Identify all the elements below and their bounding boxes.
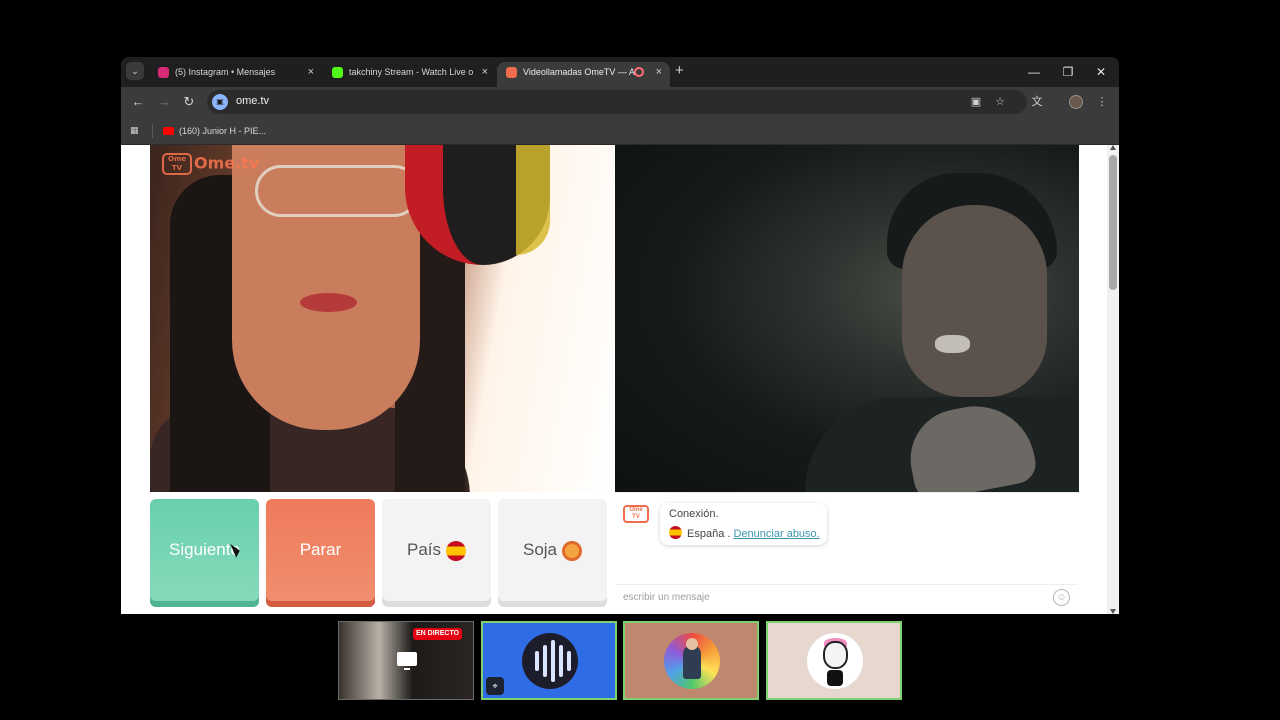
bookmarks-bar: ▦ (160) Junior H - PIE... [121,117,1119,145]
new-tab-button[interactable]: + [675,61,684,81]
stop-label: Parar [299,540,342,559]
emoji-icon[interactable]: ☺ [1053,589,1070,606]
next-button[interactable]: Siguiente [150,499,259,607]
close-tab-icon[interactable]: × [656,62,662,82]
browser-window: ⌄ (5) Instagram • Mensajes × takchiny St… [121,57,1119,614]
spain-flag-icon [446,540,467,561]
ometv-page: Ome TV Ome.tv Siguiente Parar País Soja Om… [121,145,1119,614]
bookmark-separator [152,124,153,138]
bookmark-youtube[interactable]: (160) Junior H - PIE... [163,123,266,139]
message-placeholder: escribir un mensaje [623,592,710,603]
tab-ometv[interactable]: Videollamadas OmeTV — A × [497,62,670,87]
instagram-icon [158,67,169,78]
ometv-chat-logo-icon: Ome TV [623,505,649,523]
country-name: España [687,528,725,540]
voice-icon [522,633,578,689]
participant-tile[interactable] [623,621,759,700]
spain-flag-icon [669,526,682,539]
scroll-down-icon[interactable] [1110,609,1116,614]
tab-title: (5) Instagram • Mensajes [175,67,276,77]
country-row: España . Denunciar abuso. [669,526,820,540]
ometv-watermark: Ome TV Ome.tv [162,153,259,175]
page-scrollbar[interactable] [1107,145,1119,614]
site-info-icon[interactable]: ▣ [212,94,228,110]
person-icon [683,638,701,679]
minimize-button[interactable]: — [1021,63,1047,81]
browser-toolbar: ← → ↻ ▣ ome.tv ▣ ☆ 文 ⋮ [121,87,1119,117]
youtube-icon [163,127,174,135]
person-icon [562,540,583,561]
report-abuse-link[interactable]: Denunciar abuso. [734,528,820,540]
close-window-button[interactable]: ✕ [1088,63,1114,81]
ometv-icon [506,67,517,78]
stop-button[interactable]: Parar [266,499,375,607]
participant-tiles: EN DIRECTO ⌖ [338,621,903,700]
participant-avatar [807,633,863,689]
ometv-logo-icon: Ome TV [162,153,192,175]
lips [300,293,357,312]
participant-tile[interactable] [766,621,902,700]
url-text[interactable]: ome.tv [236,95,269,107]
country-filter-button[interactable]: País [382,499,491,607]
bookmark-star-icon[interactable]: ☆ [991,93,1009,111]
message-input[interactable]: escribir un mensaje ☺ [616,584,1078,611]
cartoon-face-icon [823,641,848,669]
monitor-icon [397,652,417,670]
tab-title: takchiny Stream - Watch Live o [349,67,474,77]
scrollbar-thumb[interactable] [1109,155,1117,290]
glasses [255,165,420,217]
address-bar[interactable]: ▣ ome.tv [207,90,1027,114]
tab-instagram[interactable]: (5) Instagram • Mensajes × [149,62,322,87]
close-tab-icon[interactable]: × [308,62,314,82]
connection-message: Conexión. España . Denunciar abuso. [660,503,827,545]
bookmark-label: (160) Junior H - PIE... [179,126,267,136]
close-tab-icon[interactable]: × [482,62,488,82]
chat-panel: Ome TV Conexión. España . Denunciar abuso… [615,492,1079,614]
sound-wave-icon [559,645,563,677]
forward-icon[interactable]: → [155,93,173,111]
live-badge: EN DIRECTO [413,628,463,640]
remote-video [615,145,1079,492]
browser-menu-icon[interactable]: ⋮ [1093,93,1111,111]
remote-person-mouth [935,335,970,353]
cast-icon[interactable]: ▣ [967,93,985,111]
kick-icon [332,67,343,78]
cartoon-body-icon [827,670,843,686]
recording-icon [634,67,644,77]
translate-icon[interactable]: 文 [1028,93,1046,111]
back-icon[interactable]: ← [129,93,147,111]
apps-icon[interactable]: ▦ [130,125,140,135]
sound-wave-icon [535,651,539,671]
reload-icon[interactable]: ↻ [180,93,198,111]
sound-wave-icon [567,651,571,671]
watermark-text: Ome.tv [194,153,260,173]
tab-strip: ⌄ (5) Instagram • Mensajes × takchiny St… [121,57,1119,87]
participant-avatar [664,633,720,689]
gender-filter-button[interactable]: Soja [498,499,607,607]
screen-share-tile[interactable]: EN DIRECTO [338,621,474,700]
remote-person-face [902,205,1047,397]
scroll-up-icon[interactable] [1110,145,1116,150]
tab-title: Videollamadas OmeTV — A [523,67,635,77]
pin-icon[interactable]: ⌖ [486,677,504,695]
local-video: Ome TV Ome.tv [150,145,614,492]
profile-avatar[interactable] [1069,95,1083,109]
tab-search-menu[interactable]: ⌄ [126,62,144,80]
call-controls: Siguiente Parar País Soja [150,499,608,607]
country-label: País [406,540,442,559]
sound-wave-icon [551,640,555,682]
restore-button[interactable]: ❐ [1055,63,1081,81]
tab-kick-stream[interactable]: takchiny Stream - Watch Live o × [323,62,496,87]
gender-label: Soja [522,540,558,559]
voice-tile[interactable]: ⌖ [481,621,617,700]
connection-text: Conexión. [669,508,719,520]
separator-dot: . [727,528,731,540]
sound-wave-icon [543,645,547,677]
hat-rim [516,145,550,255]
